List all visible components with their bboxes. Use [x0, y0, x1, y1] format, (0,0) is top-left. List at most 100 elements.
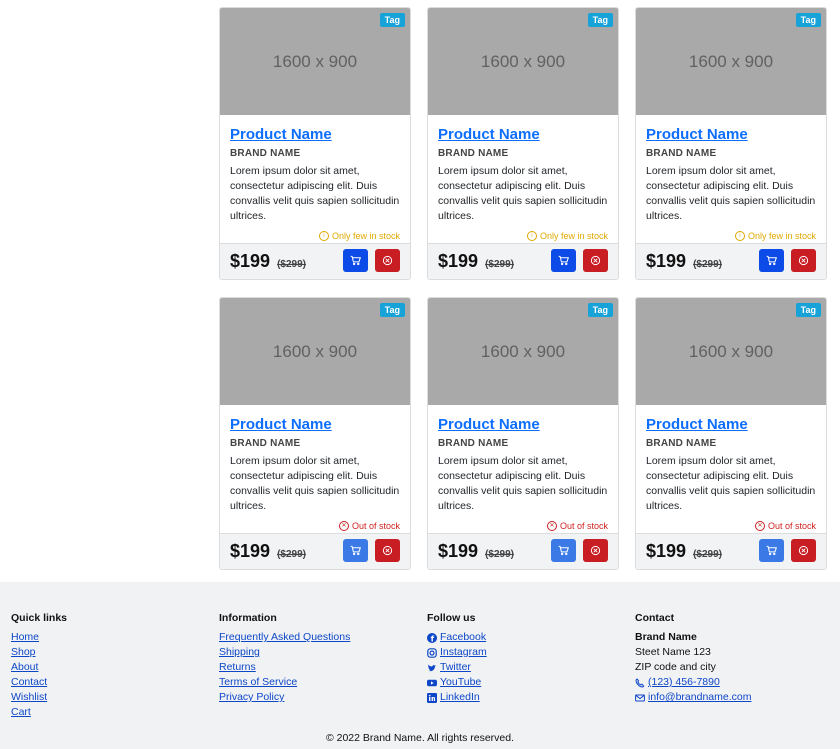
price: $199 ($299) — [438, 541, 514, 562]
card-footer: $199 ($299) — [220, 243, 410, 279]
product-card: 1600 x 900 Tag Product Name BRAND NAME L… — [635, 297, 827, 570]
add-to-cart-button[interactable] — [759, 539, 784, 562]
footer-link-shop[interactable]: Shop — [11, 645, 67, 660]
svg-text:f: f — [431, 634, 435, 642]
contact-brand-name: Brand Name — [635, 631, 697, 643]
cart-icon — [350, 255, 361, 266]
contact-heading: Contact — [635, 612, 675, 624]
footer-link-contact[interactable]: Contact — [11, 675, 67, 690]
remove-button[interactable] — [375, 539, 400, 562]
twitter-icon — [427, 663, 437, 673]
footer-link-home[interactable]: Home — [11, 630, 67, 645]
information-heading: Information — [219, 612, 277, 624]
product-name-link[interactable]: Product Name — [230, 126, 404, 144]
brand-name: BRAND NAME — [230, 438, 301, 449]
stock-text: Out of stock — [351, 521, 400, 531]
contact-zip-city: ZIP code and city — [635, 661, 716, 673]
stock-text: Out of stock — [559, 521, 608, 531]
follow-us-heading: Follow us — [427, 612, 476, 624]
product-description: Lorem ipsum dolor sit amet, consectetur … — [230, 455, 400, 512]
product-description: Lorem ipsum dolor sit amet, consectetur … — [646, 165, 816, 222]
image-placeholder-label: 1600 x 900 — [688, 341, 774, 361]
add-to-cart-button[interactable] — [551, 539, 576, 562]
info-icon: i — [318, 231, 329, 241]
social-link-twitter[interactable]: Twitter — [427, 660, 487, 675]
contact-email-link[interactable]: info@brandname.com — [635, 690, 751, 705]
remove-icon — [590, 545, 601, 556]
product-name-link[interactable]: Product Name — [646, 416, 820, 434]
footer-link-returns[interactable]: Returns — [219, 660, 350, 675]
quick-links-column: Quick links Home Shop About Contact Wish… — [11, 612, 67, 720]
price: $199 ($299) — [646, 251, 722, 272]
brand-name: BRAND NAME — [438, 438, 509, 449]
product-card: 1600 x 900 Tag Product Name BRAND NAME L… — [219, 7, 411, 280]
remove-button[interactable] — [583, 539, 608, 562]
remove-button[interactable] — [791, 539, 816, 562]
current-price: $199 — [438, 541, 479, 561]
product-description: Lorem ipsum dolor sit amet, consectetur … — [438, 165, 608, 222]
information-column: Information Frequently Asked Questions S… — [219, 612, 350, 705]
stock-text: Out of stock — [767, 521, 816, 531]
price: $199 ($299) — [230, 251, 306, 272]
brand-name: BRAND NAME — [438, 148, 509, 159]
card-footer: $199 ($299) — [220, 533, 410, 569]
footer-link-wishlist[interactable]: Wishlist — [11, 690, 67, 705]
product-name-link[interactable]: Product Name — [438, 126, 612, 144]
image-placeholder-label: 1600 x 900 — [272, 51, 358, 71]
product-image: 1600 x 900 Tag — [636, 8, 826, 115]
stock-status: i Only few in stock — [318, 231, 400, 241]
old-price: ($299) — [277, 259, 306, 270]
contact-column: Contact Brand Name Steet Name 123 ZIP co… — [635, 612, 751, 705]
social-link-label: YouTube — [440, 676, 482, 688]
footer-link-faq[interactable]: Frequently Asked Questions — [219, 630, 350, 645]
current-price: $199 — [646, 251, 687, 271]
product-image: 1600 x 900 Tag — [220, 8, 410, 115]
email-address: info@brandname.com — [648, 691, 752, 703]
site-footer: Quick links Home Shop About Contact Wish… — [0, 582, 840, 749]
remove-button[interactable] — [375, 249, 400, 272]
x-circle-icon: ✕ — [754, 521, 765, 531]
price: $199 ($299) — [230, 541, 306, 562]
footer-link-terms[interactable]: Terms of Service — [219, 675, 350, 690]
remove-button[interactable] — [791, 249, 816, 272]
product-description: Lorem ipsum dolor sit amet, consectetur … — [438, 455, 608, 512]
image-placeholder-label: 1600 x 900 — [272, 341, 358, 361]
cart-icon — [350, 545, 361, 556]
price: $199 ($299) — [438, 251, 514, 272]
stock-status: ✕ Out of stock — [338, 521, 400, 531]
social-link-facebook[interactable]: f Facebook — [427, 630, 487, 645]
product-name-link[interactable]: Product Name — [230, 416, 404, 434]
facebook-icon: f — [427, 632, 437, 643]
footer-link-cart[interactable]: Cart — [11, 705, 67, 720]
image-placeholder-label: 1600 x 900 — [688, 51, 774, 71]
social-link-youtube[interactable]: YouTube — [427, 675, 487, 690]
footer-link-shipping[interactable]: Shipping — [219, 645, 350, 660]
instagram-icon — [427, 647, 437, 658]
footer-link-about[interactable]: About — [11, 660, 67, 675]
social-link-instagram[interactable]: Instagram — [427, 645, 487, 660]
remove-icon — [382, 255, 393, 266]
remove-icon — [798, 255, 809, 266]
product-image: 1600 x 900 Tag — [220, 298, 410, 405]
footer-link-privacy[interactable]: Privacy Policy — [219, 690, 350, 705]
contact-street: Steet Name 123 — [635, 646, 711, 658]
add-to-cart-button[interactable] — [759, 249, 784, 272]
contact-phone-link[interactable]: (123) 456-7890 — [635, 675, 751, 690]
product-image: 1600 x 900 Tag — [636, 298, 826, 405]
remove-icon — [590, 255, 601, 266]
x-circle-icon: ✕ — [546, 521, 557, 531]
remove-button[interactable] — [583, 249, 608, 272]
product-name-link[interactable]: Product Name — [646, 126, 820, 144]
current-price: $199 — [646, 541, 687, 561]
product-image: 1600 x 900 Tag — [428, 298, 618, 405]
stock-text: Only few in stock — [747, 231, 816, 241]
old-price: ($299) — [693, 259, 722, 270]
stock-status: ✕ Out of stock — [754, 521, 816, 531]
add-to-cart-button[interactable] — [343, 249, 368, 272]
social-link-linkedin[interactable]: LinkedIn — [427, 690, 487, 705]
add-to-cart-button[interactable] — [343, 539, 368, 562]
info-icon: i — [734, 231, 745, 241]
add-to-cart-button[interactable] — [551, 249, 576, 272]
card-footer: $199 ($299) — [636, 243, 826, 279]
product-name-link[interactable]: Product Name — [438, 416, 612, 434]
